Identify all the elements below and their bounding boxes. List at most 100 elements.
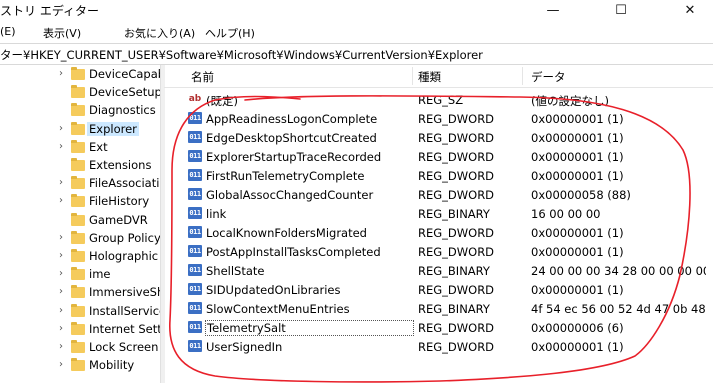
folder-icon: [71, 194, 85, 208]
tree-item[interactable]: › Holographic: [0, 248, 160, 266]
value-row[interactable]: 011 TelemetrySalt REG_DWORD 0x00000006 (6): [164, 318, 713, 337]
folder-icon: [71, 103, 85, 117]
value-type: REG_DWORD: [418, 283, 495, 297]
value-type: REG_BINARY: [418, 302, 490, 316]
value-row[interactable]: ab (既定) REG_SZ (値の設定なし): [164, 90, 713, 109]
key-tree[interactable]: › DeviceCapab DeviceSetup Diagnostics › Explo…: [0, 65, 160, 383]
chevron-right-icon[interactable]: ›: [59, 359, 63, 370]
value-name: LocalKnownFoldersMigrated: [206, 226, 367, 240]
tree-item[interactable]: › ImmersiveShe: [0, 284, 160, 302]
value-row[interactable]: 011 UserSignedIn REG_DWORD 0x00000001 (1): [164, 337, 713, 356]
value-data: 0x00000001 (1): [531, 245, 624, 259]
chevron-right-icon[interactable]: ›: [59, 341, 63, 352]
tree-item-label: FileHistory: [89, 194, 150, 209]
chevron-right-icon[interactable]: ›: [59, 268, 63, 279]
binary-value-icon: 011: [188, 264, 202, 276]
chevron-right-icon[interactable]: ›: [59, 286, 63, 297]
binary-value-icon: 011: [188, 207, 202, 219]
chevron-right-icon[interactable]: ›: [59, 68, 63, 79]
value-name: SIDUpdatedOnLibraries: [206, 283, 341, 297]
tree-item[interactable]: › Internet Settin: [0, 321, 160, 339]
value-name: PostAppInstallTasksCompleted: [206, 245, 381, 259]
value-type: REG_SZ: [418, 93, 464, 107]
value-type: REG_DWORD: [418, 340, 495, 354]
value-row[interactable]: 011 ShellState REG_BINARY 24 00 00 00 34 28…: [164, 261, 713, 280]
tree-item[interactable]: › DeviceCapab: [0, 66, 160, 84]
tree-item[interactable]: › FileHistory: [0, 193, 160, 211]
close-button[interactable]: ✕: [667, 0, 713, 20]
value-row[interactable]: 011 SIDUpdatedOnLibraries REG_DWORD 0x00000…: [164, 280, 713, 299]
address-bar[interactable]: ター¥HKEY_CURRENT_USER¥Software¥Microsoft¥…: [0, 43, 713, 65]
tree-item[interactable]: GameDVR: [0, 212, 160, 230]
menu-favorites[interactable]: お気に入り(A): [124, 25, 195, 41]
value-name: ShellState: [206, 264, 265, 278]
value-row[interactable]: 011 PostAppInstallTasksCompleted REG_DWORD…: [164, 242, 713, 261]
maximize-button[interactable]: ☐: [598, 0, 644, 20]
value-name: AppReadinessLogonComplete: [206, 112, 378, 126]
column-divider[interactable]: [522, 67, 523, 85]
tree-item[interactable]: › Group Policy: [0, 230, 160, 248]
folder-icon: [71, 176, 85, 190]
menu-help[interactable]: ヘルプ(H): [205, 25, 255, 41]
tree-item-label: Holographic: [89, 249, 159, 263]
tree-item[interactable]: › FileAssociatio: [0, 175, 160, 193]
value-row[interactable]: 011 ExplorerStartupTraceRecorded REG_DWORD…: [164, 147, 713, 166]
binary-value-icon: 011: [188, 150, 202, 162]
value-row[interactable]: 011 link REG_BINARY 16 00 00 00: [164, 204, 713, 223]
tree-item[interactable]: › ime: [0, 266, 160, 284]
tree-item[interactable]: › Lock Screen: [0, 339, 160, 357]
value-data: 0x00000001 (1): [531, 150, 624, 164]
value-type: REG_DWORD: [418, 112, 495, 126]
value-row[interactable]: 011 EdgeDesktopShortcutCreated REG_DWORD 0x…: [164, 128, 713, 147]
binary-value-icon: 011: [188, 283, 202, 295]
binary-value-icon: 011: [188, 321, 202, 333]
value-row[interactable]: 011 FirstRunTelemetryComplete REG_DWORD 0x0…: [164, 166, 713, 185]
tree-item-label: Internet Settin: [89, 321, 160, 336]
value-row[interactable]: 011 GlobalAssocChangedCounter REG_DWORD 0x0…: [164, 185, 713, 204]
tree-item[interactable]: Extensions: [0, 157, 160, 175]
folder-icon: [71, 212, 85, 226]
address-path[interactable]: ター¥HKEY_CURRENT_USER¥Software¥Microsoft¥…: [0, 47, 483, 63]
tree-item-label: DeviceSetup: [89, 85, 160, 100]
menu-view[interactable]: 表示(V): [43, 25, 81, 41]
value-type: REG_BINARY: [418, 207, 490, 221]
value-name: ExplorerStartupTraceRecorded: [206, 150, 382, 164]
column-header-data[interactable]: データ: [531, 69, 566, 85]
column-header-name[interactable]: 名前: [191, 69, 214, 85]
chevron-right-icon[interactable]: ›: [59, 305, 63, 316]
folder-icon: [71, 303, 85, 317]
chevron-right-icon[interactable]: ›: [59, 250, 63, 261]
value-type: REG_DWORD: [418, 321, 495, 335]
chevron-right-icon[interactable]: ›: [59, 232, 63, 243]
menu-edit[interactable]: (E): [0, 25, 16, 38]
values-list[interactable]: 名前 種類 データ ab (既定) REG_SZ (値の設定なし) 011 AppRead…: [164, 65, 713, 383]
tree-item-label: DeviceCapab: [89, 67, 160, 81]
binary-value-icon: 011: [188, 131, 202, 143]
tree-item[interactable]: › Explorer: [0, 121, 160, 139]
value-data: 0x00000006 (6): [531, 321, 624, 335]
tree-item[interactable]: › InstallService: [0, 303, 160, 321]
column-header-type[interactable]: 種類: [418, 69, 441, 85]
binary-value-icon: 011: [188, 245, 202, 257]
chevron-right-icon[interactable]: ›: [59, 323, 63, 334]
chevron-right-icon[interactable]: ›: [59, 141, 63, 152]
value-row[interactable]: 011 AppReadinessLogonComplete REG_DWORD 0x0…: [164, 109, 713, 128]
chevron-right-icon[interactable]: ›: [59, 177, 63, 188]
menu-bar: (E) 表示(V) お気に入り(A) ヘルプ(H): [0, 22, 713, 42]
folder-icon: [71, 340, 85, 353]
value-name: UserSignedIn: [206, 340, 283, 354]
chevron-right-icon[interactable]: ›: [59, 195, 63, 206]
column-divider[interactable]: [412, 67, 413, 85]
column-headers: 名前 種類 データ: [164, 65, 713, 88]
tree-item-label: Explorer: [87, 121, 139, 136]
minimize-button[interactable]: —: [530, 0, 576, 20]
tree-item[interactable]: › Mobility: [0, 357, 160, 375]
chevron-right-icon[interactable]: ›: [59, 123, 63, 134]
tree-item[interactable]: › Ext: [0, 139, 160, 157]
window-title: ストリ エディター: [0, 4, 99, 18]
folder-icon: [71, 158, 85, 171]
value-row[interactable]: 011 LocalKnownFoldersMigrated REG_DWORD 0x0…: [164, 223, 713, 242]
tree-item[interactable]: Diagnostics: [0, 102, 160, 120]
tree-item[interactable]: DeviceSetup: [0, 84, 160, 102]
value-row[interactable]: 011 SlowContextMenuEntries REG_BINARY 4f 54…: [164, 299, 713, 318]
